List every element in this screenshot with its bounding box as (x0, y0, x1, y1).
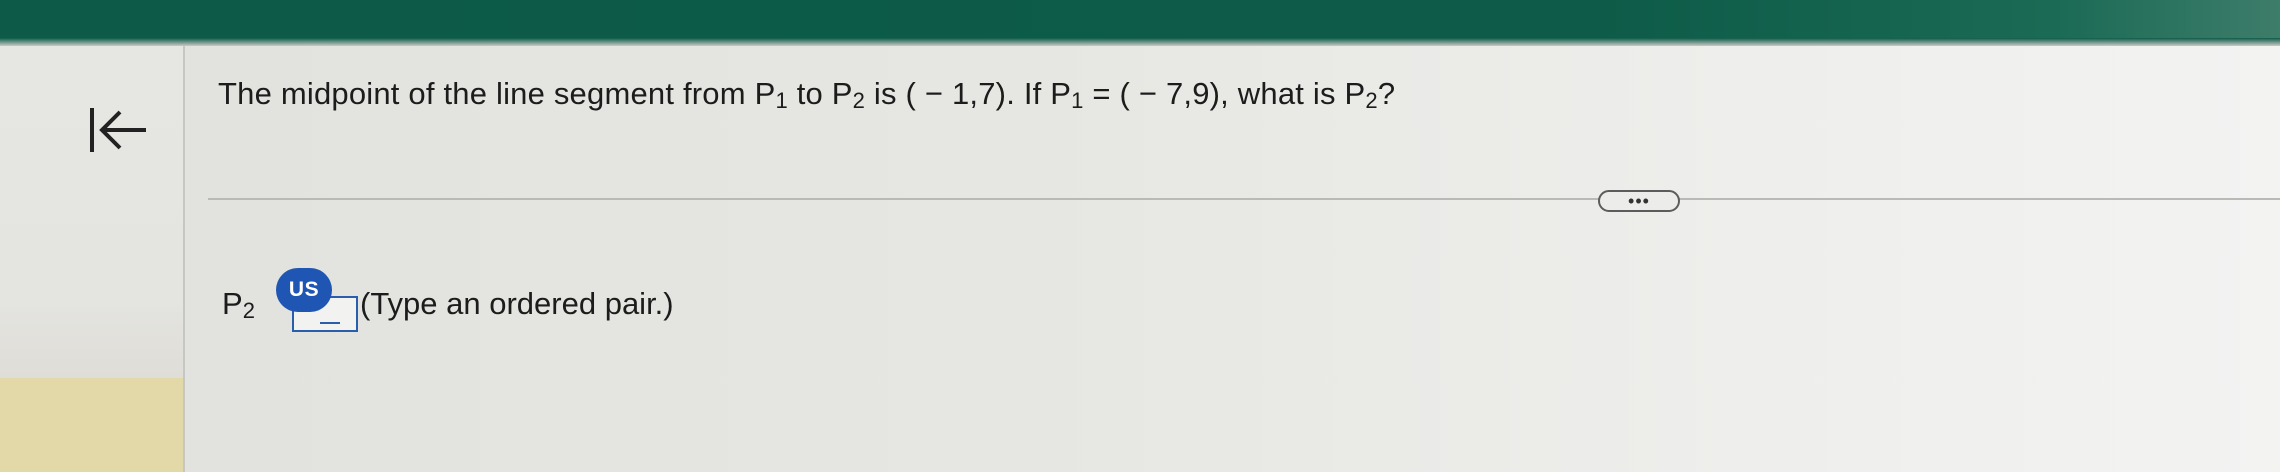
question-segment: = ( − 7,9), what is P (1083, 76, 1366, 111)
header-shadow (0, 38, 2280, 46)
answer-hint: (Type an ordered pair.) (360, 286, 674, 321)
question-segment: ? (1377, 76, 1396, 111)
question-segment: to P (787, 76, 853, 111)
input-underline (320, 322, 340, 330)
subscript: 2 (852, 88, 866, 113)
subscript: 1 (775, 88, 788, 113)
answer-label-subscript: 2 (242, 298, 255, 323)
answer-label-text: P (222, 286, 243, 321)
question-segment: is ( − 1,7). If P (865, 76, 1072, 111)
more-options-button[interactable]: ••• (1598, 190, 1680, 212)
us-badge[interactable]: US (276, 268, 332, 312)
question-segment: The midpoint of the line segment from P (218, 76, 776, 111)
subscript: 2 (1365, 88, 1378, 113)
question-text: The midpoint of the line segment from P1… (218, 76, 1395, 126)
section-divider (208, 198, 2280, 200)
left-panel-highlight (0, 378, 184, 472)
answer-label: P2 (222, 286, 255, 323)
subscript: 1 (1071, 88, 1084, 113)
collapse-left-bar-arrow-icon[interactable] (88, 102, 150, 158)
